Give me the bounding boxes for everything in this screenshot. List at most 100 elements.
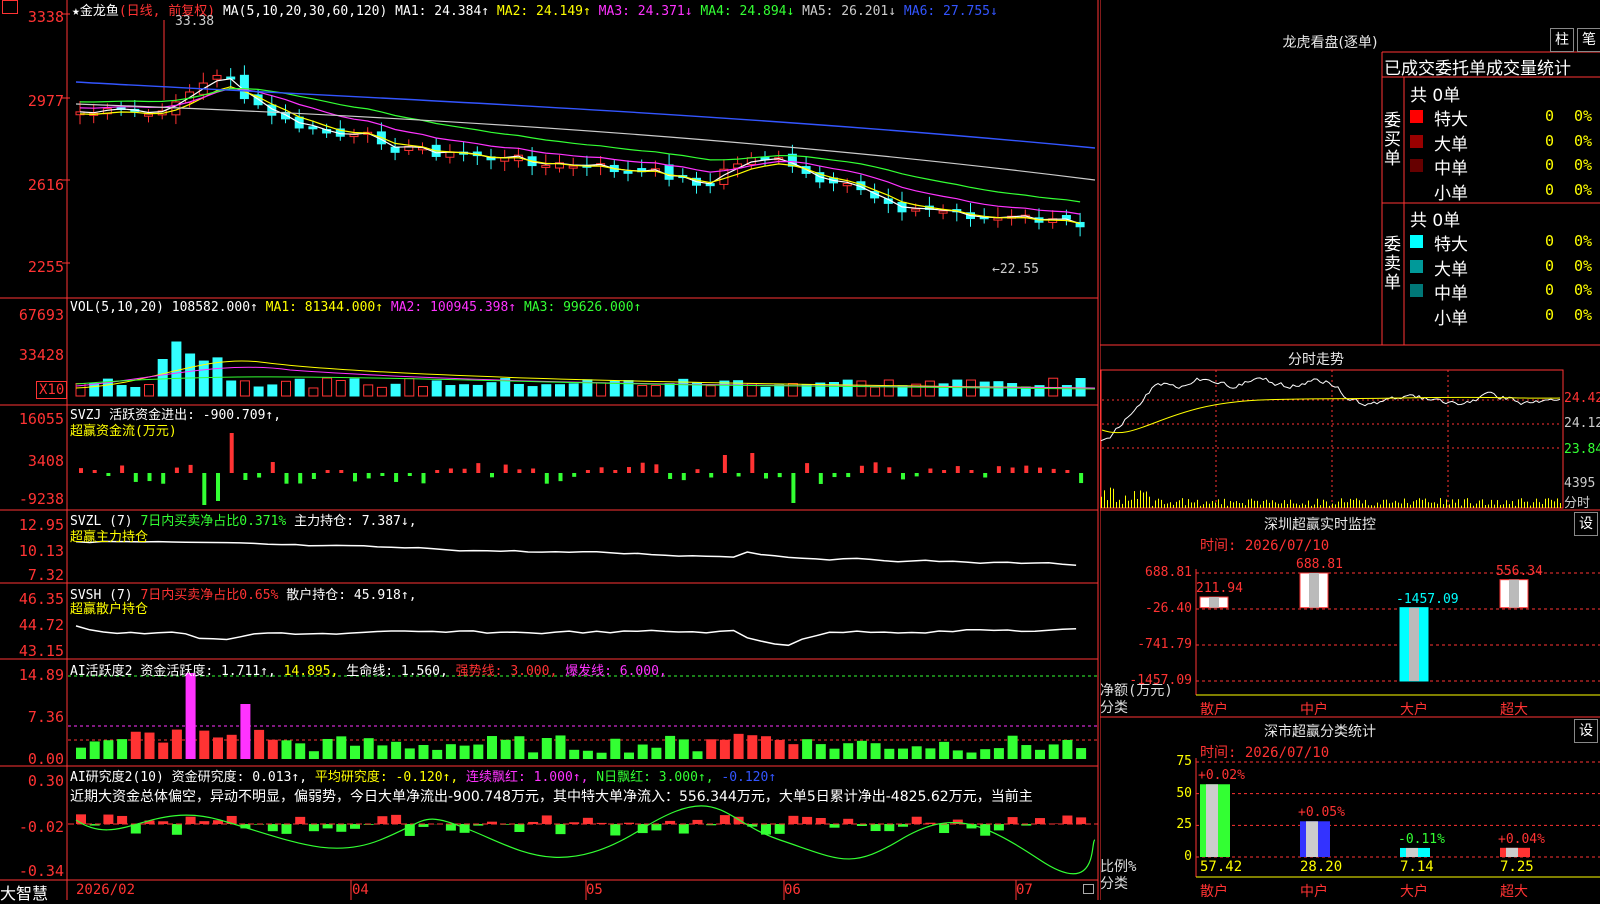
fund-flow-bar — [983, 473, 987, 478]
sz-monitor-time: 时间: 2026/07/10 — [1200, 535, 1329, 555]
activity-bar — [706, 739, 716, 759]
monitor-bar-highlight — [1509, 580, 1519, 608]
volume-bar — [1076, 379, 1085, 396]
research-bar — [775, 824, 785, 834]
candle-body — [350, 135, 358, 137]
volume-bar — [857, 381, 866, 396]
sell-row-count: 0 — [1530, 306, 1554, 324]
main-position-line — [76, 541, 1076, 565]
intraday-volume-bar — [1155, 500, 1156, 508]
intraday-volume-bar — [1428, 502, 1429, 508]
intraday-volume-bar — [1392, 503, 1393, 508]
intraday-volume-bar — [1461, 506, 1462, 508]
ai-active-value: 生命线: 1.560, — [338, 664, 447, 679]
fund-flow-bar — [93, 470, 97, 473]
intraday-volume-bar — [1119, 500, 1120, 508]
volume-values: 108582.000↑ MA1: 81344.000↑ MA2: 100945.… — [172, 300, 642, 315]
ai-active-title: AI活跃度2 — [70, 664, 132, 679]
intraday-volume-bar — [1215, 503, 1216, 508]
activity-bar — [460, 746, 470, 759]
intraday-volume-bar — [1389, 503, 1390, 508]
intraday-volume-bar — [1560, 503, 1561, 508]
tick-view-button[interactable]: 笔 — [1577, 28, 1600, 52]
activity-bar — [994, 748, 1004, 759]
sz-monitor-axis-label: 688.81 — [1120, 565, 1192, 580]
intraday-volume-bar — [1182, 498, 1183, 508]
fund-flow-bar — [956, 466, 960, 473]
retail-position-line — [76, 626, 1076, 645]
activity-bar — [624, 753, 634, 759]
fund-flow-bar — [970, 470, 974, 473]
volume-header: VOL(5,10,20) 108582.000↑ MA1: 81344.000↑… — [70, 300, 641, 315]
candle-body — [240, 75, 248, 98]
intraday-volume-bar — [1263, 501, 1264, 508]
intraday-volume-bar — [1515, 506, 1516, 508]
volume-axis-label: 67693 — [0, 306, 64, 324]
ma-line — [80, 89, 1080, 202]
sz-stats-settings-button[interactable]: 设 — [1574, 719, 1598, 743]
intraday-volume-bar — [1464, 499, 1465, 508]
intraday-volume-bar — [1122, 504, 1123, 508]
ai-research-axis-label: 0.30 — [0, 772, 64, 790]
research-bar — [830, 824, 840, 828]
fund-flow-bar — [298, 473, 302, 483]
intraday-volume-bar — [1242, 503, 1243, 508]
research-bar — [323, 824, 333, 828]
sz-stats-category: 中户 — [1300, 881, 1328, 901]
volume-bar — [761, 387, 770, 396]
sz-monitor-category: 大户 — [1400, 699, 1428, 719]
intraday-volume-bar — [1434, 502, 1435, 508]
activity-bar — [473, 745, 483, 759]
intraday-volume-bar — [1422, 500, 1423, 508]
ma-value: MA4: 24.894↓ — [693, 4, 795, 19]
intraday-volume-bar — [1533, 502, 1534, 508]
activity-bar — [405, 748, 415, 759]
fund-flow-bar — [517, 469, 521, 473]
ma-line — [76, 82, 1095, 148]
intraday-volume-bar — [1191, 502, 1192, 508]
buy-row-count: 0 — [1530, 132, 1554, 150]
intraday-volume-bar — [1446, 499, 1447, 508]
chart-canvas[interactable] — [0, 0, 1100, 900]
research-bar — [1035, 818, 1045, 824]
intraday-volume-bar — [1368, 505, 1369, 508]
sz-monitor-value-label: 556.34 — [1496, 564, 1543, 579]
sz-stats-axis-label: 75 — [1140, 754, 1192, 769]
intraday-volume-bar — [1551, 500, 1552, 508]
ai-active-values: 资金活跃度: 1.711↑, 14.895, 生命线: 1.560, 强势线: … — [140, 664, 666, 679]
sz-monitor-settings-button[interactable]: 设 — [1574, 512, 1598, 536]
activity-bar — [556, 735, 566, 759]
fund-flow-bar — [586, 470, 590, 473]
sell-row-count: 0 — [1530, 257, 1554, 275]
fund-flow-bar — [79, 468, 83, 473]
intraday-volume-bar — [1146, 492, 1147, 508]
intraday-price-label: 24.42 — [1564, 391, 1600, 406]
svzj-subtitle: 超赢资金流(万元) — [70, 420, 177, 439]
fund-flow-bar — [1038, 468, 1042, 473]
volume-bar — [569, 384, 578, 396]
bar-view-button[interactable]: 柱 — [1550, 28, 1574, 52]
activity-bar — [199, 731, 209, 759]
ai-research-value: 资金研究度: 0.013↑, — [172, 770, 307, 785]
sell-row-color-swatch — [1410, 309, 1423, 322]
svsh-ratio: 7日内买卖净占比0.65% — [140, 588, 278, 603]
sz-monitor-value-label: 688.81 — [1296, 557, 1343, 572]
volume-bar — [145, 385, 154, 396]
fund-flow-bar — [791, 473, 795, 503]
dragon-title: 龙虎看盘(逐单) — [1200, 32, 1460, 52]
candle-body — [145, 114, 153, 116]
intraday-volume-bar — [1473, 506, 1474, 508]
activity-bar — [953, 750, 963, 759]
buy-orders-label: 委买单 — [1384, 112, 1404, 169]
volume-bar — [158, 360, 167, 396]
intraday-volume-bar — [1407, 503, 1408, 508]
stats-tabs[interactable]: 已成交委托单成交量统计 — [1384, 54, 1600, 79]
intraday-volume-bar — [1203, 504, 1204, 508]
fund-flow-bar — [216, 473, 220, 501]
ma-value: MA1: 24.384↑ — [395, 4, 489, 19]
intraday-volume-bar — [1308, 501, 1309, 508]
lock-icon[interactable] — [1083, 884, 1094, 894]
intraday-volume-bar — [1425, 499, 1426, 508]
intraday-volume-bar — [1284, 500, 1285, 508]
intraday-volume-bar — [1482, 499, 1483, 508]
